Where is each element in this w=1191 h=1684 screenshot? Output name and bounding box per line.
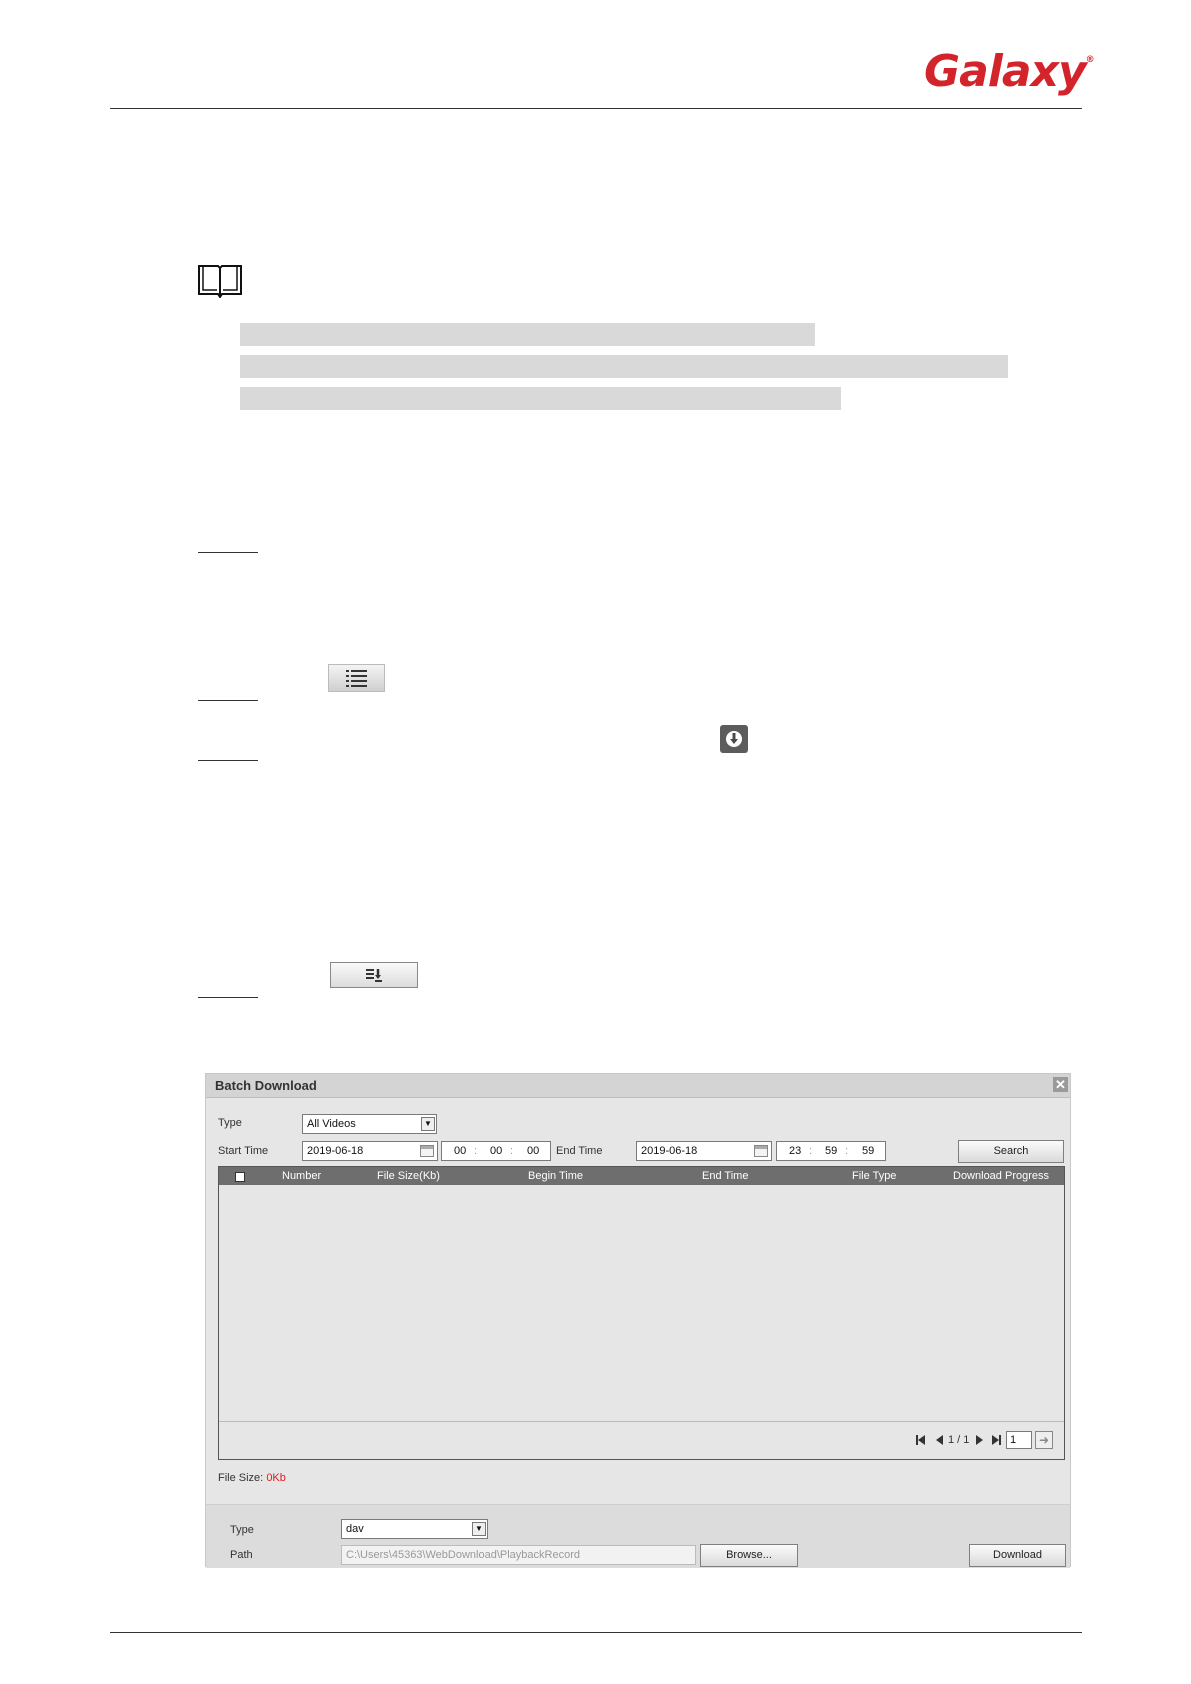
close-icon[interactable]: ✕ xyxy=(1053,1077,1068,1092)
last-page-icon[interactable] xyxy=(999,1435,1001,1445)
browse-button[interactable]: Browse... xyxy=(700,1544,798,1567)
file-size-value: 0Kb xyxy=(266,1472,286,1484)
file-list-button[interactable] xyxy=(328,664,385,692)
end-date-value: 2019-06-18 xyxy=(641,1145,698,1157)
time-separator: : xyxy=(809,1145,813,1157)
batch-download-button[interactable] xyxy=(330,962,418,988)
type-select-value: All Videos xyxy=(307,1118,356,1130)
start-date-input[interactable]: 2019-06-18 xyxy=(302,1141,438,1161)
batch-download-dialog: Batch Download ✕ Type All Videos ▼ Start… xyxy=(205,1073,1071,1568)
type-select[interactable]: All Videos ▼ xyxy=(302,1114,437,1134)
file-size-readout: File Size: 0Kb xyxy=(218,1472,286,1484)
start-time-input[interactable]: 00 : 00 : 00 xyxy=(441,1141,551,1161)
time-separator: : xyxy=(474,1145,478,1157)
file-size-label: File Size: xyxy=(218,1472,264,1484)
prev-page-icon[interactable] xyxy=(936,1435,943,1445)
download-options-panel: Type dav ▼ Path C:\Users\45363\WebDownlo… xyxy=(206,1504,1070,1568)
list-icon xyxy=(345,670,367,687)
last-page-arrow-icon[interactable] xyxy=(992,1435,999,1445)
go-page-icon[interactable]: ➜ xyxy=(1035,1431,1053,1449)
step-marker xyxy=(198,552,258,553)
end-second[interactable]: 59 xyxy=(862,1145,874,1157)
dialog-title: Batch Download xyxy=(215,1078,317,1093)
path-label: Path xyxy=(230,1549,253,1561)
table-header: Number File Size(Kb) Begin Time End Time… xyxy=(219,1167,1064,1185)
end-time-input[interactable]: 23 : 59 : 59 xyxy=(776,1141,886,1161)
table-pager: 1 / 1 1 ➜ xyxy=(219,1421,1064,1459)
end-hour[interactable]: 23 xyxy=(789,1145,801,1157)
page-indicator: 1 / 1 xyxy=(948,1434,970,1446)
step-marker xyxy=(198,700,258,701)
galaxy-logo: Galaxy® xyxy=(924,46,1095,97)
header-rule xyxy=(110,108,1082,109)
format-select[interactable]: dav ▼ xyxy=(341,1519,488,1539)
footer-rule xyxy=(110,1632,1082,1633)
download-icon[interactable] xyxy=(720,725,748,753)
start-second[interactable]: 00 xyxy=(527,1145,539,1157)
first-page-arrow-icon[interactable] xyxy=(918,1435,925,1445)
chevron-down-icon[interactable]: ▼ xyxy=(421,1117,435,1131)
note-line-3 xyxy=(240,387,841,410)
note-line-1 xyxy=(240,323,815,346)
path-value: C:\Users\45363\WebDownload\PlaybackRecor… xyxy=(346,1549,580,1561)
time-separator: : xyxy=(510,1145,514,1157)
search-button[interactable]: Search xyxy=(958,1140,1064,1163)
note-line-2 xyxy=(240,355,1008,378)
end-date-input[interactable]: 2019-06-18 xyxy=(636,1141,772,1161)
results-table: Number File Size(Kb) Begin Time End Time… xyxy=(218,1166,1065,1460)
next-page-icon[interactable] xyxy=(976,1435,983,1445)
start-minute[interactable]: 00 xyxy=(490,1145,502,1157)
format-select-value: dav xyxy=(346,1523,364,1535)
format-type-label: Type xyxy=(230,1524,254,1536)
dialog-title-bar: Batch Download ✕ xyxy=(206,1074,1070,1098)
step-marker xyxy=(198,997,258,998)
end-minute[interactable]: 59 xyxy=(825,1145,837,1157)
select-all-checkbox[interactable] xyxy=(235,1172,245,1182)
start-time-label: Start Time xyxy=(218,1145,269,1157)
column-file-type: File Type xyxy=(852,1170,897,1182)
column-end-time: End Time xyxy=(702,1170,749,1182)
calendar-icon[interactable] xyxy=(754,1145,768,1157)
end-time-label: End Time xyxy=(556,1145,603,1157)
registered-mark: ® xyxy=(1085,55,1095,66)
column-begin-time: Begin Time xyxy=(528,1170,584,1182)
batch-download-icon xyxy=(366,969,382,982)
step-marker xyxy=(198,760,258,761)
start-hour[interactable]: 00 xyxy=(454,1145,466,1157)
type-label: Type xyxy=(218,1117,242,1129)
column-file-size: File Size(Kb) xyxy=(377,1170,440,1182)
time-separator: : xyxy=(845,1145,849,1157)
download-button[interactable]: Download xyxy=(969,1544,1066,1567)
chevron-down-icon[interactable]: ▼ xyxy=(472,1522,486,1536)
brand-name: Galaxy xyxy=(924,46,1087,97)
column-number: Number xyxy=(282,1170,322,1182)
start-date-value: 2019-06-18 xyxy=(307,1145,364,1157)
page-input-value: 1 xyxy=(1010,1434,1017,1446)
note-book-icon xyxy=(196,262,244,303)
page-input[interactable]: 1 xyxy=(1006,1431,1032,1449)
calendar-icon[interactable] xyxy=(420,1145,434,1157)
column-download-progress: Download Progress xyxy=(953,1170,1049,1182)
path-input[interactable]: C:\Users\45363\WebDownload\PlaybackRecor… xyxy=(341,1545,696,1565)
